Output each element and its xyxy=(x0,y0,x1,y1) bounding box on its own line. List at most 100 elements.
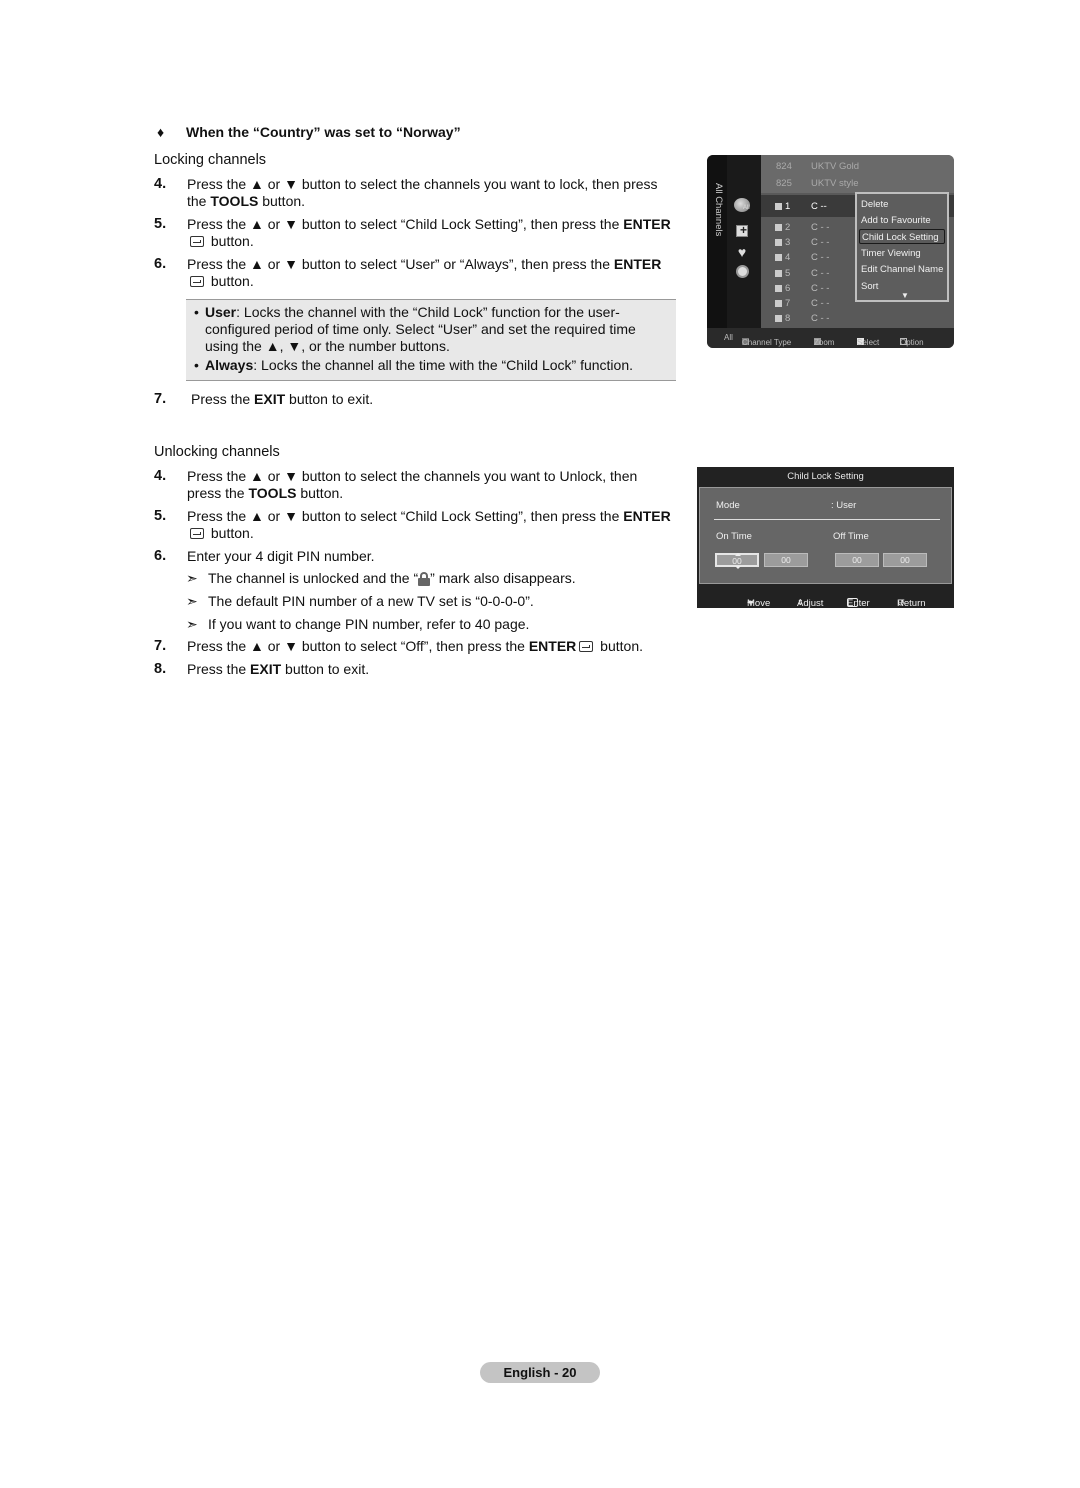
channel-number: 824 xyxy=(776,161,792,172)
all-icon-label: All xyxy=(743,205,750,211)
channel-row[interactable]: 6 C - - xyxy=(761,281,861,296)
step-text: Press the ▲ or ▼ button to select “Child… xyxy=(187,216,671,249)
menu-item-child-lock-setting[interactable]: Child Lock Setting xyxy=(859,229,945,244)
analog-badge-icon xyxy=(775,300,782,307)
menu-item-add-to-favourite[interactable]: Add to Favourite xyxy=(861,213,931,228)
channel-name: C - - xyxy=(811,237,830,248)
channel-row[interactable]: 7 C - - xyxy=(761,296,861,311)
channel-name: C - - xyxy=(811,268,830,279)
channel-number: 1 xyxy=(785,201,791,212)
analog-badge-icon xyxy=(775,285,782,292)
on-time-label: On Time xyxy=(716,531,752,542)
step-number: 7. xyxy=(154,638,167,654)
analog-badge-icon xyxy=(775,203,782,210)
analog-badge-icon xyxy=(775,315,782,322)
channel-row[interactable]: 8 C - - xyxy=(761,311,861,326)
analog-badge-icon xyxy=(775,239,782,246)
all-channels-label: All Channels xyxy=(713,183,724,237)
channel-list-screen: All Channels All ♥ 824 UKTV Gold 825 UKT… xyxy=(707,155,954,348)
tools-context-menu: Delete Add to Favourite Child Lock Setti… xyxy=(855,192,949,302)
step-text: Press the ▲ or ▼ button to select “Off”,… xyxy=(187,638,643,654)
channel-number: 825 xyxy=(776,178,792,189)
dialog-body: Mode : User On Time Off Time 00 00 00 00 xyxy=(699,487,952,584)
unlocking-step-6: 6. Enter your 4 digit PIN number. xyxy=(154,548,674,565)
analog-badge-icon xyxy=(775,270,782,277)
channel-row[interactable]: 4 C - - xyxy=(761,250,861,265)
step-text: Press the ▲ or ▼ button to select “User”… xyxy=(187,256,662,289)
favourite-heart-icon[interactable]: ♥ xyxy=(734,245,750,259)
step-text: Press the ▲ or ▼ button to select the ch… xyxy=(187,468,638,501)
analog-badge-icon xyxy=(775,254,782,261)
menu-item-delete[interactable]: Delete xyxy=(861,197,888,212)
channel-name: UKTV style xyxy=(811,178,859,189)
arrow-note-default-pin: ➣ The default PIN number of a new TV set … xyxy=(186,593,534,609)
step-text: Press the EXIT button to exit. xyxy=(191,391,374,407)
channel-number: 7 xyxy=(785,298,791,309)
arrow-icon: ➣ xyxy=(186,616,198,632)
step-number: 8. xyxy=(154,661,167,677)
divider xyxy=(714,519,940,520)
arrow-note-change-pin: ➣ If you want to change PIN number, refer… xyxy=(186,616,530,632)
locking-step-4: 4. Press the ▲ or ▼ button to select the… xyxy=(154,176,674,210)
menu-item-timer-viewing[interactable]: Timer Viewing xyxy=(861,246,921,261)
scroll-down-icon[interactable]: ▼ xyxy=(901,291,909,300)
step-number: 5. xyxy=(154,508,167,524)
step-number: 4. xyxy=(154,468,167,484)
channel-row[interactable]: 5 C - - xyxy=(761,266,861,281)
page-number-badge: English - 20 xyxy=(480,1362,600,1383)
unlocking-step-8: 8. Press the EXIT button to exit. xyxy=(154,661,674,678)
channel-row-selected[interactable]: 1 C -- xyxy=(761,199,861,214)
channel-row[interactable]: 825 UKTV style xyxy=(761,176,861,191)
menu-item-sort[interactable]: Sort xyxy=(861,279,878,294)
menu-item-edit-channel-name[interactable]: Edit Channel Name xyxy=(861,262,943,277)
note-user: User: Locks the channel with the “Child … xyxy=(194,304,668,355)
off-time-label: Off Time xyxy=(833,531,869,542)
step-text: Press the EXIT button to exit. xyxy=(187,661,370,677)
arrow-icon: ➣ xyxy=(186,570,198,586)
arrow-icon: ➣ xyxy=(186,593,198,609)
channel-list-footer: All Channel Type Zoom Select Option xyxy=(707,328,954,348)
locking-section-title: Locking channels xyxy=(154,152,267,168)
off-time-hour-field[interactable]: 00 xyxy=(835,553,879,567)
condition-heading-text: When the “Country” was set to “Norway” xyxy=(186,124,461,140)
channel-name: C - - xyxy=(811,222,830,233)
timer-clock-icon[interactable] xyxy=(736,265,749,278)
unlocking-step-7: 7. Press the ▲ or ▼ button to select “Of… xyxy=(154,638,674,655)
on-time-minute-field[interactable]: 00 xyxy=(764,553,808,567)
arrow-note-unlocked: ➣ The channel is unlocked and the “” mark… xyxy=(186,570,576,586)
channel-name: UKTV Gold xyxy=(811,161,860,172)
step-number: 5. xyxy=(154,216,167,232)
channel-number: 2 xyxy=(785,222,791,233)
mode-value[interactable]: : User xyxy=(831,500,856,511)
unlocking-step-5: 5. Press the ▲ or ▼ button to select “Ch… xyxy=(154,508,674,542)
diamond-bullet-icon: ♦ xyxy=(157,124,165,140)
dialog-title: Child Lock Setting xyxy=(787,471,864,482)
enter-icon xyxy=(190,276,204,287)
channel-row[interactable]: 824 UKTV Gold xyxy=(761,159,861,174)
unlocking-section-title: Unlocking channels xyxy=(154,444,280,460)
analog-badge-icon xyxy=(775,224,782,231)
step-text: Enter your 4 digit PIN number. xyxy=(187,548,375,564)
channel-number: 3 xyxy=(785,237,791,248)
footer-all[interactable]: All xyxy=(724,333,733,342)
note-always: Always: Locks the channel all the time w… xyxy=(194,357,668,374)
mode-label: Mode xyxy=(716,500,740,511)
lock-mode-note-box: User: Locks the channel with the “Child … xyxy=(186,299,676,381)
sidebar-icon-strip xyxy=(727,155,761,328)
on-time-hour-field[interactable]: 00 xyxy=(715,553,759,569)
channel-name: C - - xyxy=(811,298,830,309)
child-lock-setting-screen: Child Lock Setting Mode : User On Time O… xyxy=(697,467,954,609)
condition-heading: ♦ When the “Country” was set to “Norway” xyxy=(157,124,461,140)
step-number: 6. xyxy=(154,548,167,564)
off-time-minute-field[interactable]: 00 xyxy=(883,553,927,567)
add-channel-icon[interactable] xyxy=(736,223,748,237)
channel-row[interactable]: 2 C - - xyxy=(761,220,861,235)
locking-step-5: 5. Press the ▲ or ▼ button to select “Ch… xyxy=(154,216,674,250)
locking-step-7: 7. Press the EXIT button to exit. xyxy=(154,391,674,408)
channel-name: C - - xyxy=(811,283,830,294)
step-text: Press the ▲ or ▼ button to select “Child… xyxy=(187,508,671,541)
lock-icon xyxy=(418,572,431,586)
step-text: Press the ▲ or ▼ button to select the ch… xyxy=(187,176,658,209)
channel-row[interactable]: 3 C - - xyxy=(761,235,861,250)
step-number: 7. xyxy=(154,391,167,407)
